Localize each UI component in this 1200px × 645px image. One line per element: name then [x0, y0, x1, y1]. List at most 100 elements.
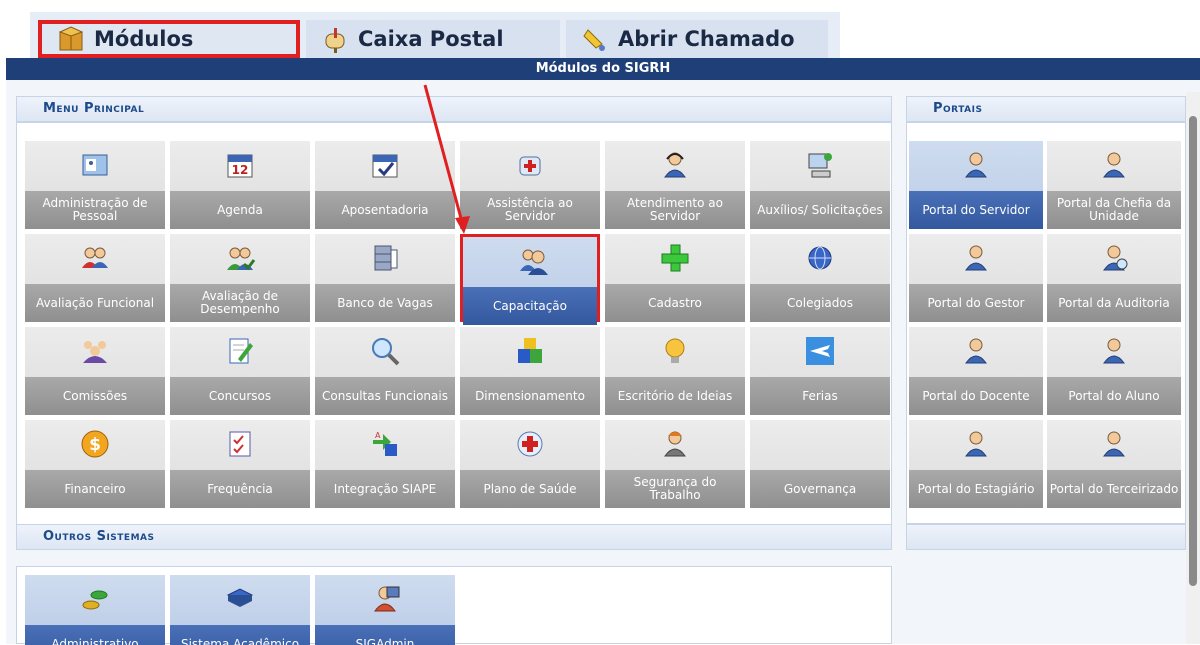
tile-label: Portal do Docente — [909, 377, 1043, 415]
tile-label: Frequência — [170, 470, 310, 508]
portal-tile[interactable]: Portal do Estagiário — [909, 420, 1043, 508]
menu-item-tile[interactable]: A Integração SIAPE — [315, 420, 455, 508]
menu-item-tile[interactable]: Segurança do Trabalho — [605, 420, 745, 508]
tile-label: Portal do Gestor — [909, 284, 1043, 322]
menu-item-tile[interactable]: Consultas Funcionais — [315, 327, 455, 415]
portal-tile[interactable]: Portal do Docente — [909, 327, 1043, 415]
menu-item-tile[interactable]: $ Financeiro — [25, 420, 165, 508]
tab-label: Caixa Postal — [358, 27, 504, 51]
user-icon — [1098, 335, 1130, 367]
menu-item-tile[interactable]: Aposentadoria — [315, 141, 455, 229]
tile-label: Portal do Servidor — [909, 191, 1043, 229]
tile-label: Sistema Acadêmico — [170, 625, 310, 645]
modules-window: Módulos do SIGRH Menu Principal Administ… — [6, 58, 1200, 645]
tile-label: Avaliação de Desempenho — [170, 284, 310, 322]
checklist-icon — [224, 428, 256, 460]
users-check-icon — [224, 242, 256, 274]
user-icon — [1098, 149, 1130, 181]
plus-icon — [659, 242, 691, 274]
tile-label: Dimensionamento — [460, 377, 600, 415]
tile-label: Administrativo — [25, 625, 165, 645]
document-edit-icon — [224, 335, 256, 367]
box-icon — [58, 26, 84, 51]
section-menu-principal: Menu Principal — [16, 96, 892, 122]
tile-label: Portal do Aluno — [1047, 377, 1181, 415]
users-icon — [79, 242, 111, 274]
menu-item-tile[interactable]: Auxílios/ Solicitações — [750, 141, 890, 229]
tile-label: SIGAdmin — [315, 625, 455, 645]
tile-label: Assistência ao Servidor — [460, 191, 600, 229]
tile-label: Auxílios/ Solicitações — [750, 191, 890, 229]
svg-text:12: 12 — [232, 163, 249, 177]
scrollbar-thumb[interactable] — [1189, 116, 1197, 586]
tile-label: Capacitação — [463, 287, 597, 325]
menu-item-tile[interactable]: Atendimento ao Servidor — [605, 141, 745, 229]
portal-tile[interactable]: Portal da Chefia da Unidade — [1047, 141, 1181, 229]
globe-icon — [804, 242, 836, 274]
lightbulb-icon — [659, 335, 691, 367]
menu-item-tile[interactable]: Assistência ao Servidor — [460, 141, 600, 229]
portal-tile[interactable]: Portal do Gestor — [909, 234, 1043, 322]
worker-icon — [659, 428, 691, 460]
tile-label: Escritório de Ideias — [605, 377, 745, 415]
menu-item-tile[interactable]: Administração de Pessoal — [25, 141, 165, 229]
menu-item-tile[interactable]: Cadastro — [605, 234, 745, 322]
menu-item-tile[interactable]: Capacitação — [460, 234, 600, 325]
portal-tile[interactable]: Portal do Aluno — [1047, 327, 1181, 415]
outros-item-tile[interactable]: Sistema Acadêmico — [170, 575, 310, 645]
menu-item-tile[interactable]: Colegiados — [750, 234, 890, 322]
admin-user-icon — [369, 583, 401, 615]
user-icon — [960, 149, 992, 181]
dollar-coin-icon: $ — [79, 428, 111, 460]
outros-panel: Administrativo Sistema Acadêmico SIGAdmin — [16, 566, 892, 645]
portal-tile[interactable]: Portal do Servidor — [909, 141, 1043, 229]
svg-text:A: A — [375, 431, 381, 440]
tile-label: Portal da Auditoria — [1047, 284, 1181, 322]
scrollbar[interactable] — [1186, 92, 1200, 644]
tile-label: Governança — [750, 470, 890, 508]
menu-item-tile[interactable]: Comissões — [25, 327, 165, 415]
tile-label: Concursos — [170, 377, 310, 415]
menu-item-tile[interactable]: 12 Agenda — [170, 141, 310, 229]
menu-item-tile[interactable]: Avaliação Funcional — [25, 234, 165, 322]
tab-abrir-chamado[interactable]: Abrir Chamado — [566, 20, 828, 58]
tile-label: Plano de Saúde — [460, 470, 600, 508]
mailbox-icon — [325, 28, 345, 53]
tile-label: Atendimento ao Servidor — [605, 191, 745, 229]
menu-item-tile[interactable]: Banco de Vagas — [315, 234, 455, 322]
portal-tile[interactable]: Portal do Terceirizado — [1047, 420, 1181, 508]
tab-label: Módulos — [94, 27, 194, 51]
menu-item-tile[interactable]: Concursos — [170, 327, 310, 415]
outros-item-tile[interactable]: SIGAdmin — [315, 575, 455, 645]
section-outros-sistemas: Outros Sistemas — [16, 524, 892, 550]
tile-label: Integração SIAPE — [315, 470, 455, 508]
calendar-icon: 12 — [224, 149, 256, 181]
health-cross-icon — [514, 428, 546, 460]
tile-label: Segurança do Trabalho — [605, 470, 745, 508]
tile-label: Portal do Estagiário — [909, 470, 1043, 508]
headset-user-icon — [659, 149, 691, 181]
tile-label: Ferias — [750, 377, 890, 415]
personnel-admin-icon — [79, 149, 111, 181]
coins-icon — [79, 583, 111, 615]
tab-label: Abrir Chamado — [618, 27, 795, 51]
tile-label: Banco de Vagas — [315, 284, 455, 322]
tab-modulos[interactable]: Módulos — [38, 20, 300, 58]
menu-item-tile[interactable]: Ferias — [750, 327, 890, 415]
portal-tile[interactable]: Portal da Auditoria — [1047, 234, 1181, 322]
tab-caixa-postal[interactable]: Caixa Postal — [306, 20, 560, 58]
tile-label: Portal da Chefia da Unidade — [1047, 191, 1181, 229]
menu-item-tile[interactable]: Frequência — [170, 420, 310, 508]
user-icon — [960, 242, 992, 274]
tile-label: Administração de Pessoal — [25, 191, 165, 229]
menu-item-tile[interactable]: Escritório de Ideias — [605, 327, 745, 415]
computer-icon — [804, 149, 836, 181]
menu-item-tile[interactable]: Avaliação de Desempenho — [170, 234, 310, 322]
menu-item-tile[interactable]: Dimensionamento — [460, 327, 600, 415]
first-aid-icon — [514, 149, 546, 181]
menu-item-tile[interactable]: Plano de Saúde — [460, 420, 600, 508]
user-icon — [960, 335, 992, 367]
section-portais: Portais — [906, 96, 1186, 122]
outros-item-tile[interactable]: Administrativo — [25, 575, 165, 645]
menu-item-tile[interactable]: Governança — [750, 420, 890, 508]
